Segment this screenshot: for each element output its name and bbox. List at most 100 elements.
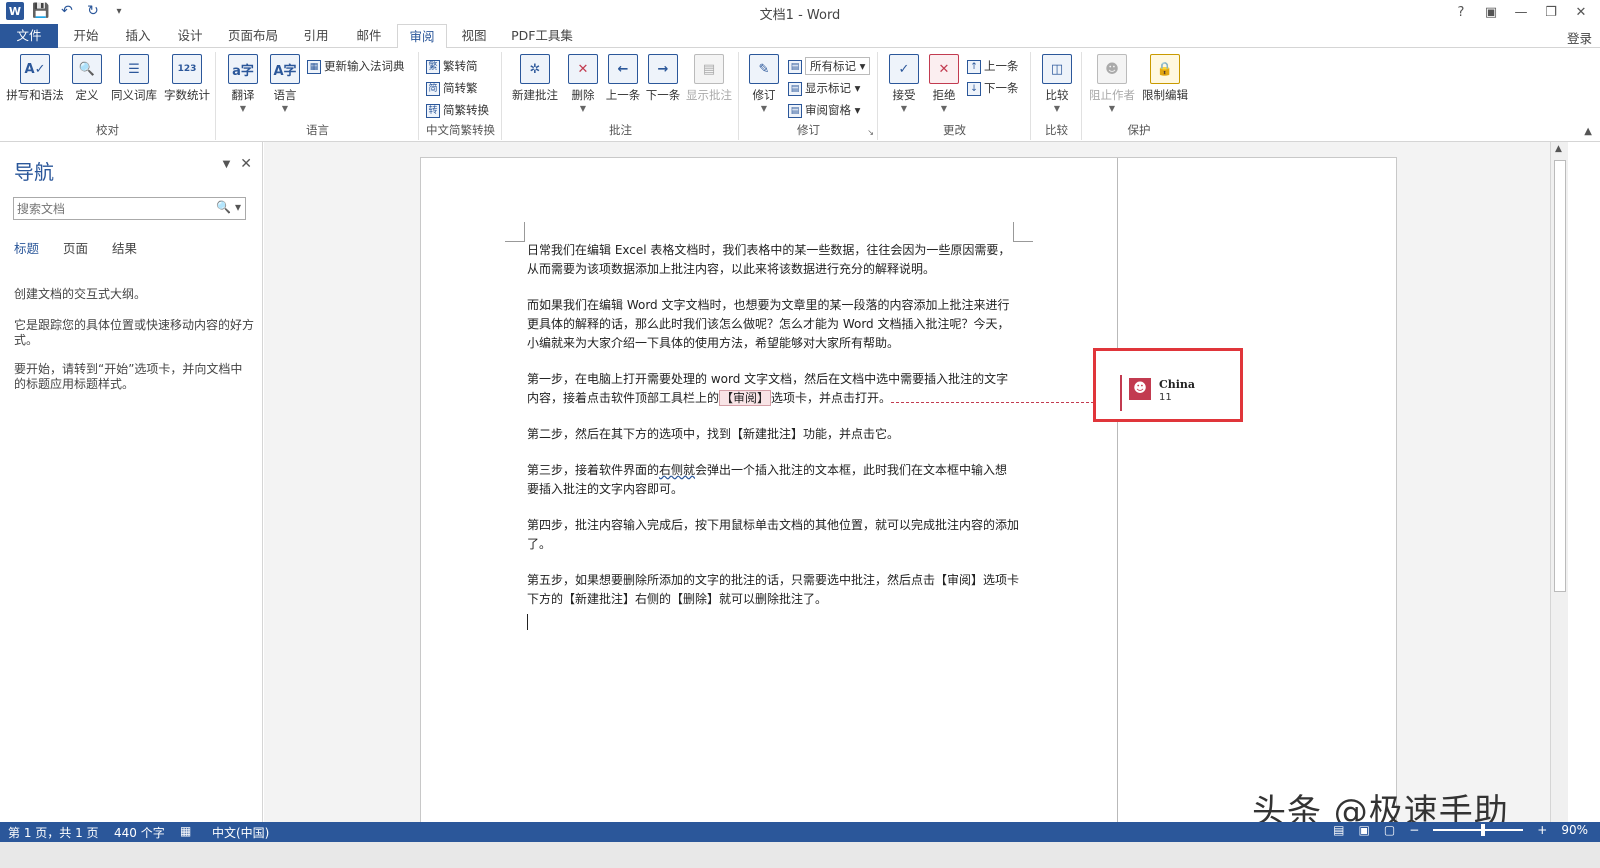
tab-pages[interactable]: 页面	[63, 238, 88, 257]
redo-icon[interactable]: ↻	[84, 3, 102, 19]
word-count[interactable]: 440 个字	[114, 824, 165, 841]
read-mode-icon[interactable]: ▤	[1333, 823, 1344, 837]
tab-home[interactable]: 开始	[62, 24, 110, 48]
spelling-grammar-button[interactable]: A✓ 拼写和语法	[4, 54, 66, 103]
group-proofing: A✓ 拼写和语法 🔍 定义 ☰ 同义词库 123 字数统计 校对	[0, 52, 216, 140]
commented-text[interactable]: 【审阅】	[719, 390, 772, 406]
scroll-thumb[interactable]	[1554, 160, 1566, 592]
previous-change-button[interactable]: ↑ 上一条	[967, 56, 1019, 76]
comment-text[interactable]: 11	[1159, 392, 1172, 403]
reject-button[interactable]: ✕ 拒绝 ▼	[921, 54, 967, 113]
print-layout-icon[interactable]: ▣	[1359, 823, 1370, 837]
document-page[interactable]: 日常我们在编辑 Excel 表格文档时，我们表格中的某一些数据，往往会因为一些原…	[420, 157, 1397, 838]
show-markup-button[interactable]: ▤ 显示标记 ▾	[788, 78, 860, 98]
tab-layout[interactable]: 页面布局	[220, 24, 286, 48]
minimize-icon[interactable]: —	[1506, 0, 1536, 24]
tab-references[interactable]: 引用	[292, 24, 340, 48]
next-comment-button[interactable]: → 下一条	[641, 54, 685, 103]
group-label: 批注	[609, 123, 632, 137]
nav-hint: 要开始，请转到“开始”选项卡，并向文档中的标题应用标题样式。	[14, 362, 243, 391]
window-controls: ? ▣ — ❐ ✕	[1446, 0, 1596, 24]
tab-file[interactable]: 文件	[0, 24, 58, 48]
markup-view-select[interactable]: ▤ 所有标记 ▾	[788, 56, 871, 76]
chinese-conversion-button[interactable]: 转简繁转换	[426, 100, 489, 120]
group-label: 中文简繁转换	[426, 123, 495, 137]
next-change-button[interactable]: ↓ 下一条	[967, 78, 1019, 98]
tab-view[interactable]: 视图	[450, 24, 498, 48]
delete-comment-button[interactable]: ✕ 删除 ▼	[561, 54, 605, 113]
proofing-status-icon[interactable]: ▦	[180, 824, 191, 838]
tab-pdf-tools[interactable]: PDF工具集	[504, 24, 580, 48]
web-layout-icon[interactable]: ▢	[1384, 823, 1395, 837]
tab-mailings[interactable]: 邮件	[345, 24, 393, 48]
tab-headings[interactable]: 标题	[14, 238, 39, 257]
show-comments-icon: ▤	[694, 54, 724, 84]
zoom-out-icon[interactable]: −	[1409, 823, 1419, 837]
group-label: 校对	[96, 123, 119, 137]
comment-balloon[interactable]: ☻ China 11	[1093, 348, 1243, 422]
restore-icon[interactable]: ❐	[1536, 0, 1566, 24]
zoom-knob[interactable]	[1481, 824, 1486, 836]
customize-qat-icon[interactable]: ▾	[110, 6, 128, 17]
compare-button[interactable]: ◫ 比较 ▼	[1032, 54, 1082, 113]
close-icon[interactable]: ✕	[1566, 0, 1596, 24]
dropdown-arrow-icon: ▼	[760, 104, 768, 113]
define-button[interactable]: 🔍 定义	[64, 54, 110, 103]
tab-insert[interactable]: 插入	[114, 24, 162, 48]
document-body[interactable]: 日常我们在编辑 Excel 表格文档时，我们表格中的某一些数据，往往会因为一些原…	[527, 241, 1019, 630]
collapse-ribbon-icon[interactable]: ▲	[1584, 126, 1592, 137]
save-icon[interactable]: 💾	[32, 3, 50, 19]
dropdown-arrow-icon: ▼	[940, 104, 948, 113]
nav-hint: 创建文档的交互式大纲。	[14, 287, 147, 301]
show-comments-button[interactable]: ▤ 显示批注	[683, 54, 735, 103]
comment-bar	[1120, 375, 1122, 411]
group-label: 语言	[306, 123, 329, 137]
lock-icon: 🔒	[1150, 54, 1180, 84]
user-avatar-icon: ☻	[1129, 378, 1151, 400]
navigation-search-box: 🔍 ▾	[13, 197, 246, 220]
pane-options-icon[interactable]: ▼	[223, 159, 231, 172]
tab-results[interactable]: 结果	[112, 238, 137, 257]
language-indicator[interactable]: 中文(中国)	[212, 824, 269, 841]
reviewing-pane-button[interactable]: ▤ 审阅窗格 ▾	[788, 100, 860, 120]
simplified-to-traditional-button[interactable]: 简简转繁	[426, 78, 478, 98]
comment-author: China	[1159, 378, 1196, 391]
zoom-level[interactable]: 90%	[1561, 823, 1588, 837]
search-icon[interactable]: 🔍 ▾	[216, 200, 241, 214]
login-link[interactable]: 登录	[1567, 28, 1592, 47]
previous-comment-button[interactable]: ← 上一条	[601, 54, 645, 103]
update-ime-dictionary-button[interactable]: ▦ 更新输入法词典	[307, 56, 405, 76]
scroll-up-icon[interactable]: ▲	[1555, 144, 1562, 154]
grammar-flag[interactable]: 右侧就	[659, 463, 695, 477]
title-bar: W 💾 ↶ ↻ ▾ 文档1 - Word ? ▣ — ❐ ✕	[0, 0, 1600, 24]
dropdown-arrow-icon: ▼	[579, 104, 587, 113]
show-markup-icon: ▤	[788, 81, 802, 96]
traditional-to-simplified-button[interactable]: 繁繁转简	[426, 56, 478, 76]
dialog-launcher-icon[interactable]: ↘	[867, 128, 874, 137]
track-changes-button[interactable]: ✎ 修订 ▼	[742, 54, 786, 113]
markup-view-dropdown[interactable]: 所有标记 ▾	[805, 57, 871, 75]
new-comment-icon: ✲	[520, 54, 550, 84]
tab-review[interactable]: 审阅	[397, 24, 447, 49]
accept-icon: ✓	[889, 54, 919, 84]
ribbon-display-icon[interactable]: ▣	[1476, 0, 1506, 24]
word-count-button[interactable]: 123 字数统计	[160, 54, 214, 103]
new-comment-button[interactable]: ✲ 新建批注	[507, 54, 563, 103]
undo-icon[interactable]: ↶	[58, 3, 76, 19]
thesaurus-button[interactable]: ☰ 同义词库	[106, 54, 162, 103]
zoom-in-icon[interactable]: +	[1537, 823, 1547, 837]
help-button[interactable]: ?	[1446, 0, 1476, 24]
translate-button[interactable]: a字 翻译 ▼	[219, 54, 267, 113]
language-button[interactable]: A字 语言 ▼	[261, 54, 309, 113]
word-logo-icon[interactable]: W	[6, 2, 24, 20]
markup-icon: ▤	[788, 59, 802, 74]
vertical-scrollbar[interactable]: ▲	[1550, 142, 1568, 822]
zoom-slider[interactable]	[1433, 824, 1524, 836]
close-pane-icon[interactable]: ✕	[240, 156, 252, 172]
paragraph: 而如果我们在编辑 Word 文字文档时，也想要为文章里的某一段落的内容添加上批注…	[527, 298, 1010, 350]
search-input[interactable]	[14, 198, 204, 219]
restrict-editing-button[interactable]: 🔒 限制编辑	[1137, 54, 1193, 103]
block-authors-button[interactable]: ☻ 阻止作者 ▼	[1085, 54, 1139, 113]
page-indicator[interactable]: 第 1 页，共 1 页	[8, 824, 99, 841]
tab-design[interactable]: 设计	[166, 24, 214, 48]
